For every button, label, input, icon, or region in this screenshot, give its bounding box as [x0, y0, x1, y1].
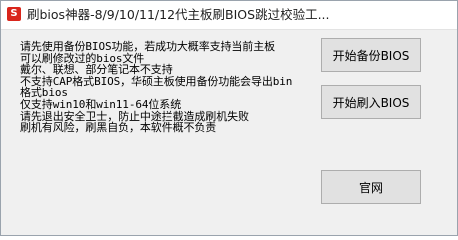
window-title: 刷bios神器-8/9/10/11/12代主板刷BIOS跳过校验工...: [27, 7, 330, 22]
start-backup-bios-button[interactable]: 开始备份BIOS: [321, 38, 421, 72]
info-line-backup-first: 请先使用备份BIOS功能，若成功大概率支持当前主板: [20, 40, 275, 53]
start-flash-bios-button[interactable]: 开始刷入BIOS: [321, 85, 421, 119]
info-line-risk-disclaimer: 刷机有风险，刷黑自负，本软件概不负责: [20, 121, 217, 135]
info-line-os-support: 仅支持win10和win11-64位系统: [20, 97, 182, 111]
app-window: S 刷bios神器-8/9/10/11/12代主板刷BIOS跳过校验工... 请…: [0, 0, 458, 236]
app-logo-icon: S: [7, 7, 21, 21]
title-bar[interactable]: S 刷bios神器-8/9/10/11/12代主板刷BIOS跳过校验工...: [1, 1, 457, 30]
info-text-block: 请先使用备份BIOS功能，若成功大概率支持当前主板 可以刷修改过的bios文件 …: [20, 41, 320, 134]
official-website-button[interactable]: 官网: [321, 170, 421, 204]
